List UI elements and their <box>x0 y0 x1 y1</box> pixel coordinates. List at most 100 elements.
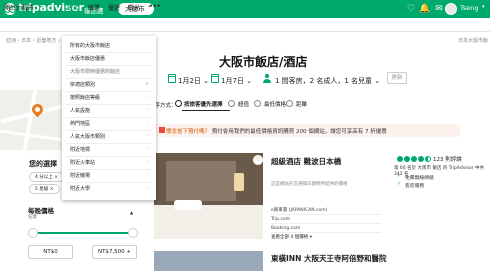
chevron-right-icon: › <box>146 120 148 126</box>
checkin-date[interactable]: 1月2日 ⌄ <box>178 76 209 86</box>
radio-button[interactable] <box>175 100 182 107</box>
guests-selector-label: 1 間客房，2 名成人，1 名兒童 <box>275 77 373 85</box>
chevron-right-icon: › <box>146 146 148 152</box>
promo-text: 懷念省下預付嗎？ 預付會用我們的最低價格資訊購買 200 個網站，讓您可享高有 … <box>166 127 387 135</box>
hotels-dropdown-menu: 所有的大阪市飯店 大阪市飯店優惠 大阪市限時優惠的飯店 依適店類別 › 按照飯店… <box>62 36 156 200</box>
rating-bubble-icon <box>404 156 410 162</box>
chevron-up-icon[interactable]: ▲ <box>130 210 133 215</box>
sort-option-distance[interactable]: 距離 <box>296 100 307 108</box>
price-filter-subtitle: 任意 <box>28 215 37 220</box>
price-slider-min-knob[interactable] <box>28 228 38 238</box>
chevron-right-icon: › <box>146 133 148 139</box>
checkout-date-label: 1月7日 <box>221 77 244 85</box>
divider <box>66 143 152 144</box>
booking-site-row[interactable]: Trip.com <box>271 215 381 224</box>
dropdown-item[interactable]: 附近大學 <box>70 185 90 192</box>
main-nav <box>0 18 490 32</box>
nav-item-attractions[interactable]: 觀光 <box>128 3 140 12</box>
checkin-date-label: 1月2日 <box>178 77 201 85</box>
active-sort-underline <box>182 110 230 111</box>
dropdown-item[interactable]: 附近地標 <box>70 146 90 153</box>
sort-option-lowest-price[interactable]: 最低價格 <box>264 100 286 108</box>
dropdown-item[interactable]: 人氣設施 <box>70 107 90 114</box>
photo-wall <box>166 161 236 201</box>
dropdown-item[interactable]: 大阪市飯店優惠 <box>70 55 105 62</box>
radio-button[interactable] <box>228 100 235 107</box>
price-min-input[interactable]: NT$0 <box>28 245 73 259</box>
price-slider-track[interactable] <box>33 232 133 234</box>
nav-item-hotels[interactable]: 飯店 <box>67 3 79 12</box>
your-choice-heading: 您的選擇 <box>29 160 57 168</box>
heart-icon[interactable]: ♡ <box>405 3 417 15</box>
dropdown-item[interactable]: 人氣大阪市類別 <box>70 133 105 140</box>
chevron-down-icon[interactable]: ▾ <box>482 4 485 10</box>
review-count[interactable]: 123 則評論 <box>433 155 462 163</box>
divider <box>66 52 152 53</box>
map-road <box>0 129 63 142</box>
radio-button[interactable] <box>254 100 261 107</box>
chevron-right-icon: › <box>146 107 148 113</box>
dropdown-item[interactable]: 依適店類別 <box>70 81 95 88</box>
price-max-input[interactable]: NT$7,500 + <box>92 245 137 259</box>
sort-option-traveler-ranked[interactable]: 按旅客優先選擇 <box>184 100 223 108</box>
chevron-right-icon: › <box>146 94 148 100</box>
chevron-right-icon: › <box>146 172 148 178</box>
dropdown-item[interactable]: 按照飯店等級 <box>70 94 100 101</box>
calendar-icon <box>168 74 176 83</box>
update-button[interactable]: 更新 <box>387 72 407 84</box>
dropdown-item[interactable]: 所有的大阪市飯店 <box>70 42 110 49</box>
photo-bed <box>154 205 263 239</box>
hotel-photo[interactable] <box>154 153 263 239</box>
filter-chip[interactable]: 5 星級 × <box>29 184 60 194</box>
price-slider-max-knob[interactable] <box>128 228 138 238</box>
dropdown-item[interactable]: 附近機場 <box>70 172 90 179</box>
radio-button[interactable] <box>286 100 293 107</box>
avatar[interactable] <box>445 3 457 15</box>
dropdown-item[interactable]: 熱門地區 <box>70 120 90 127</box>
hotel-name[interactable]: 超級酒店 難波日本橋 <box>271 156 341 167</box>
notification-icon[interactable]: 🔔 <box>419 3 431 15</box>
rating-bubble-icon <box>425 156 431 162</box>
dropdown-item[interactable]: 附近火車站 <box>70 159 95 166</box>
perk-item: 免費無線網絡 <box>405 176 434 181</box>
inbox-icon[interactable]: ✉ <box>433 3 445 15</box>
rating-bubble-icon <box>418 156 424 162</box>
save-heart-icon[interactable]: ♡ <box>253 155 263 165</box>
perk-item: 客房服務 <box>405 184 425 189</box>
hotel-photo[interactable] <box>154 251 263 271</box>
promo-prefix: 懷念省下預付嗎？ <box>166 129 211 135</box>
booking-site-row[interactable]: Booking.com <box>271 224 381 233</box>
view-all-prices-link[interactable]: 查看全部 4 個價格 ▾ <box>271 234 312 240</box>
divider <box>66 182 152 183</box>
check-icon: ✓ <box>397 173 402 179</box>
map-thumbnail[interactable] <box>0 90 63 150</box>
guests-icon <box>263 74 271 83</box>
hotel-name[interactable]: 東橫INN 大阪天王寺阿倍野和醫院 <box>271 253 386 264</box>
divider <box>66 130 152 131</box>
divider <box>66 91 152 92</box>
divider <box>66 104 152 105</box>
rating-bubble-icon <box>397 156 403 162</box>
dropdown-item[interactable]: 大阪市限時優惠的飯店 <box>70 68 120 75</box>
checkout-date[interactable]: 1月7日 ⌄ <box>221 76 252 86</box>
user-name[interactable]: Tseng <box>460 4 479 12</box>
guests-selector[interactable]: 1 間客房，2 名成人，1 名兒童 ⌄ <box>275 76 380 86</box>
nav-item-flights[interactable]: 機票 <box>88 3 100 12</box>
nav-item-deals[interactable]: 優遊 <box>108 3 120 12</box>
filter-chip[interactable]: 4 分以上 × <box>29 172 64 182</box>
divider <box>66 65 152 66</box>
nav-item-about[interactable]: 開於大阪市 <box>4 3 34 12</box>
divider <box>66 156 152 157</box>
nav-more-button[interactable]: ••• <box>149 3 161 10</box>
price-hint: 這是網站在您選擇日期時所提供的價格 <box>271 182 348 187</box>
booking-site-row[interactable]: e路東瀛 (JAPANICAN.com) <box>271 206 381 215</box>
chevron-right-icon: › <box>146 81 148 87</box>
gift-icon <box>159 127 165 133</box>
photo-lamp <box>234 173 244 191</box>
sort-option-best-value[interactable]: 超值 <box>238 100 249 108</box>
map-road <box>22 90 38 150</box>
divider <box>66 169 152 170</box>
photo-pillow <box>174 200 202 210</box>
chevron-right-icon: › <box>146 185 148 191</box>
breadcrumb-right: 日本大阪市飯 <box>458 38 489 44</box>
